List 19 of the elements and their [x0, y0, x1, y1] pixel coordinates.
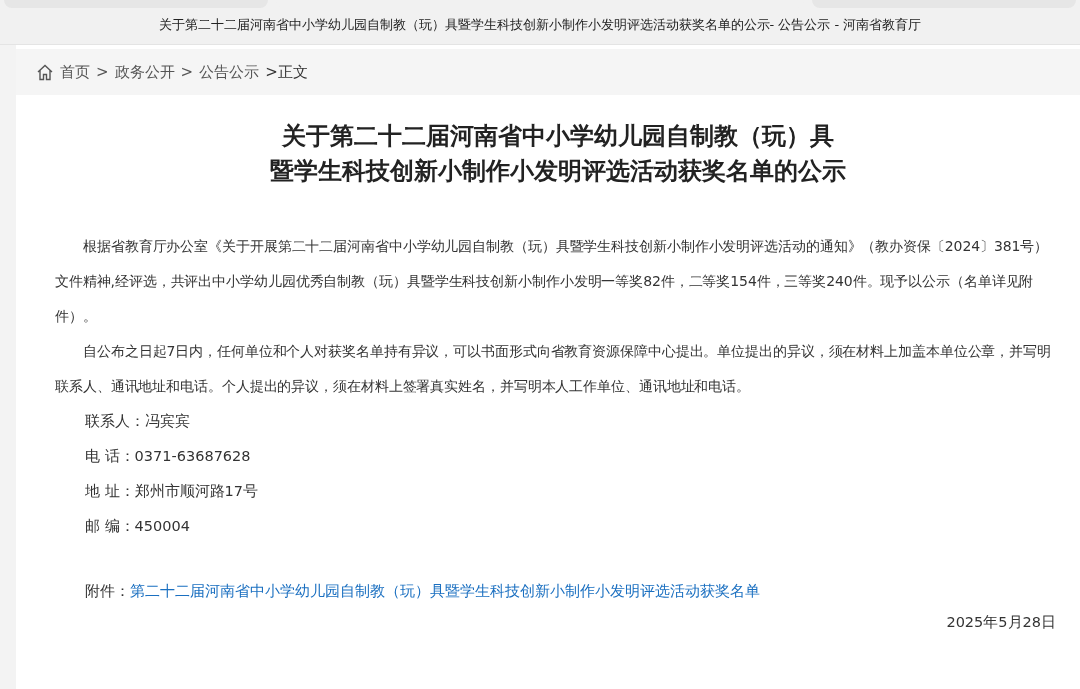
attachment-link[interactable]: 第二十二届河南省中小学幼儿园自制教（玩）具暨学生科技创新小制作小发明评选活动获奖名单	[130, 582, 760, 601]
article-title: 关于第二十二届河南省中小学幼儿园自制教（玩）具	[280, 121, 835, 152]
paragraph: 根据省教育厅办公室《关于开展第二十二届河南省中小学幼儿园自制教（玩）具暨学生科技创新小制作小发明评选活动的通知》（教办资保〔2024〕381号）文件精神,经评选，共评出中小学幼儿园优秀自制教（玩）具暨学生科技创新小制作小发明一等奖82件，二等奖154件，三等奖240件。现予以公示（名单详见附件）。	[55, 237, 1050, 326]
window-title: 关于第二十二届河南省中小学幼儿园自制教（玩）具暨学生科技创新小制作小发明评选活动获奖名单的公示- 公告公示 - 河南省教育厅	[158, 16, 922, 34]
breadcrumb-separator: >	[180, 63, 194, 81]
paragraph: 自公布之日起7日内，任何单位和个人对获奖名单持有异议，可以书面形式向省教育资源保障中心提出。单位提出的异议，须在材料上加盖本单位公章，并写明联系人、通讯地址和电话。个人提出的异议，须在材料上签署真实姓名，并写明本人工作单位、通讯地址和电话。	[55, 342, 1052, 396]
contact-line: 邮 编：450004	[85, 518, 190, 534]
article-title: 暨学生科技创新小制作小发明评选活动获奖名单的公示	[268, 156, 847, 187]
contact-line: 电 话：0371-63687628	[85, 448, 251, 464]
breadcrumb-current: >正文	[265, 62, 308, 82]
contact-line: 地 址：郑州市顺河路17号	[85, 483, 259, 499]
breadcrumb-link[interactable]: 公告公示	[199, 62, 260, 82]
home-icon[interactable]	[36, 63, 54, 81]
breadcrumb-link[interactable]: 首页	[60, 62, 90, 82]
contact-line: 联系人：冯宾宾	[85, 413, 190, 429]
attachment-label: 附件：	[85, 582, 130, 601]
breadcrumb-link[interactable]: 政务公开	[114, 62, 175, 82]
breadcrumb-separator: >	[96, 63, 109, 81]
publish-date: 2025年5月28日	[946, 614, 1056, 630]
